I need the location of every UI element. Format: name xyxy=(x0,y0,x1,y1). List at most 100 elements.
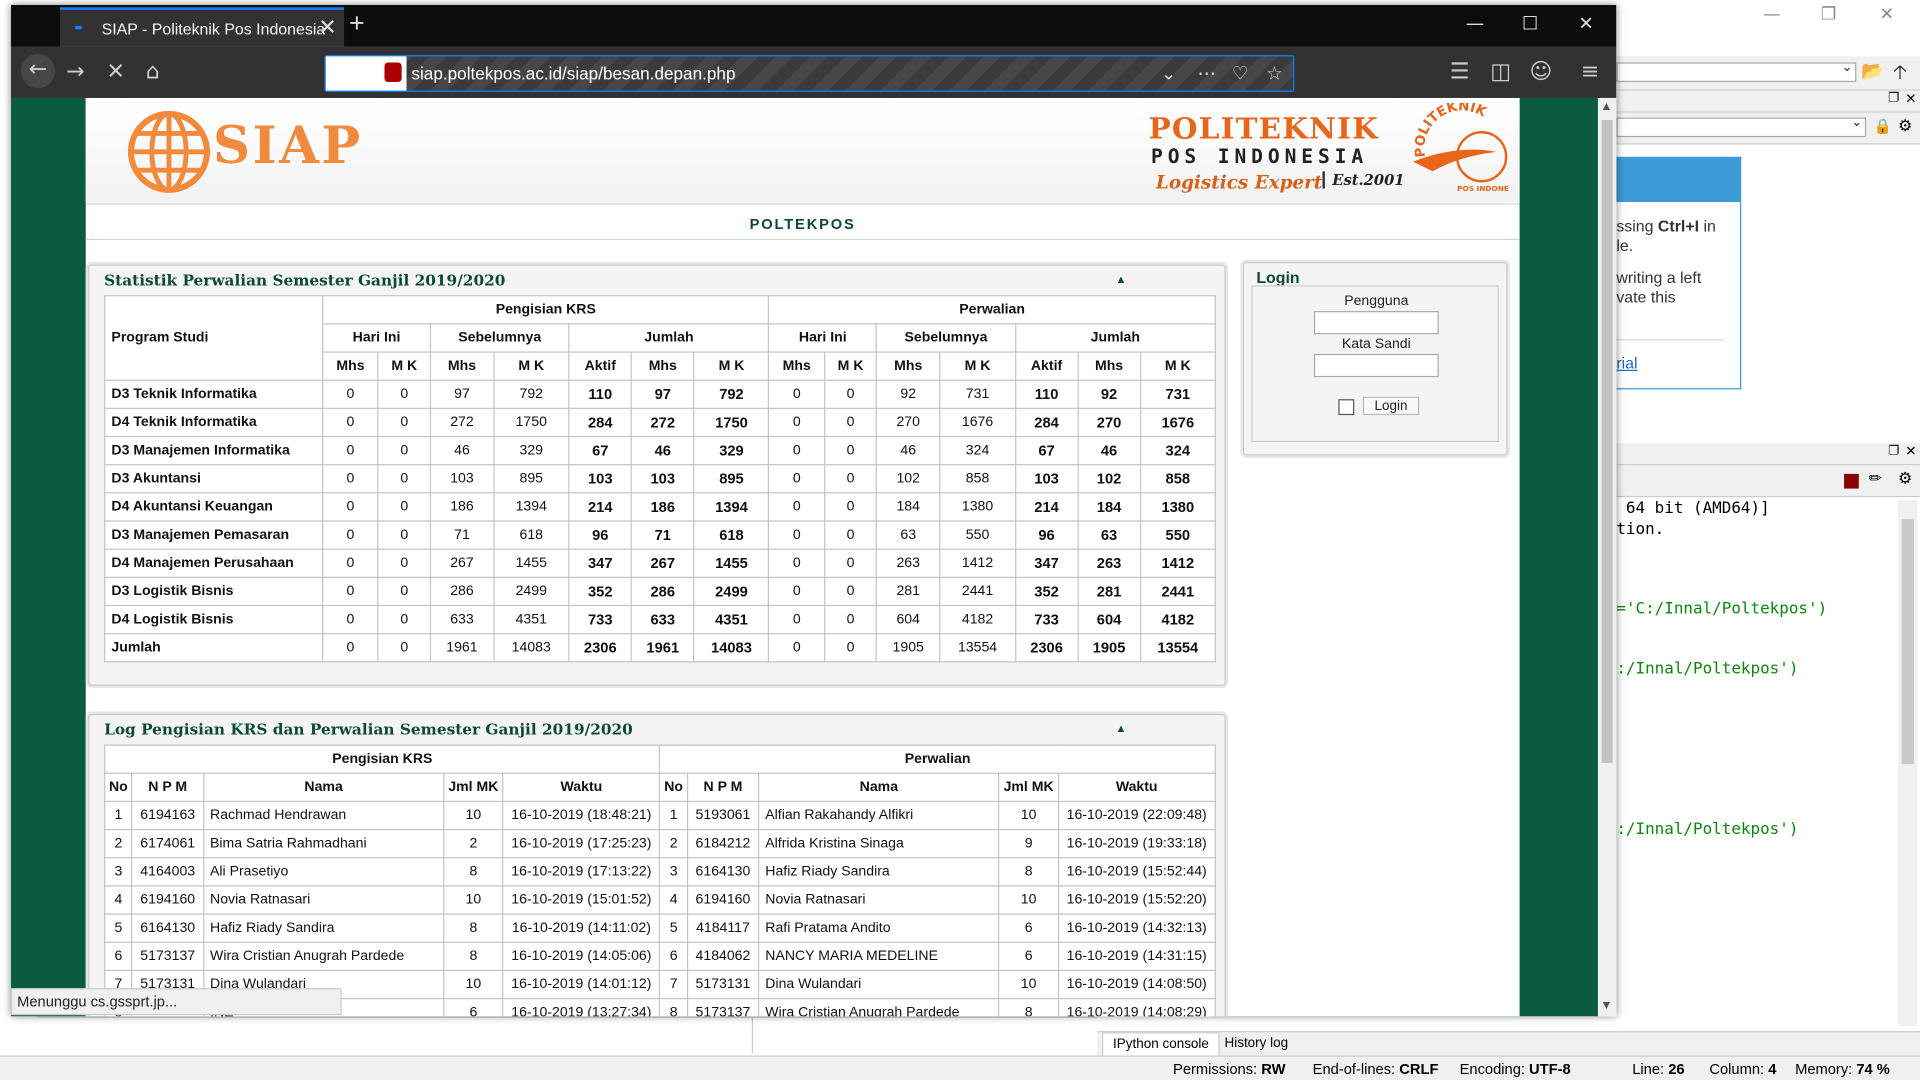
collapse-icon[interactable]: ▲ xyxy=(1116,273,1127,285)
stat-cell: 0 xyxy=(377,604,431,635)
restore-icon[interactable]: ❐ xyxy=(1821,5,1836,25)
stat-cell: 1455 xyxy=(492,548,570,578)
program-name: D4 Logistik Bisnis xyxy=(104,604,324,635)
url-bar[interactable]: siap.poltekpos.ac.id/siap/besan.depan.ph… xyxy=(324,55,1295,92)
back-icon[interactable]: ← xyxy=(20,53,56,89)
forward-icon[interactable]: → xyxy=(66,59,84,85)
permissions-status: Permissions: RW xyxy=(1173,1060,1286,1078)
scroll-up-icon[interactable]: ▲ xyxy=(1600,100,1612,113)
undock-icon[interactable]: ❐ xyxy=(1888,92,1899,105)
browser-tab[interactable]: SIAP - Politeknik Pos Indonesia ✕ xyxy=(60,7,345,47)
page: SIAP POLITEKNIK POS INDONESIA Logistics … xyxy=(85,97,1520,1017)
header-no: No xyxy=(104,772,133,803)
header-no: No xyxy=(659,772,688,803)
home-icon[interactable]: ⌂ xyxy=(146,59,160,85)
login-form: Pengguna Kata Sandi Login xyxy=(1251,285,1499,443)
help-source-select[interactable] xyxy=(1616,114,1867,138)
library-icon[interactable]: ☰ xyxy=(1450,59,1470,85)
log-cell: 6 xyxy=(104,941,133,972)
url-text[interactable]: siap.poltekpos.ac.id/siap/besan.depan.ph… xyxy=(411,64,735,84)
table-row: Jumlah 0 0 1961 14083 2306 1961 14083 0 0 1905 1355… xyxy=(104,633,1216,663)
close-pane-icon[interactable]: ✕ xyxy=(1905,443,1916,459)
tab-ipython-console[interactable]: IPython console xyxy=(1102,1032,1220,1057)
stop-loading-icon[interactable]: ✕ xyxy=(107,59,125,85)
login-panel: Login Pengguna Kata Sandi Login xyxy=(1242,262,1508,456)
editor-bottom xyxy=(36,1016,1098,1056)
close-tab-icon[interactable]: ✕ xyxy=(318,15,336,41)
stat-cell: 0 xyxy=(322,379,379,409)
stat-cell: 858 xyxy=(1139,464,1216,494)
maximize-icon[interactable]: ☐ xyxy=(1522,12,1538,34)
page-actions-icon[interactable]: ⋯ xyxy=(1198,62,1216,85)
console-toolbar: ✏ ⚙ xyxy=(1616,465,1920,498)
folder-open-icon[interactable]: 📂 xyxy=(1861,60,1884,82)
gear-icon[interactable]: ⚙ xyxy=(1898,469,1912,489)
log-cell: 2 xyxy=(659,828,688,859)
log-cell: 10 xyxy=(443,969,504,1000)
bookmark-star-icon[interactable]: ☆ xyxy=(1266,62,1282,85)
stat-cell: 0 xyxy=(322,435,379,466)
stat-cell: 633 xyxy=(429,604,495,635)
stat-cell: 0 xyxy=(768,604,826,635)
login-button[interactable]: Login xyxy=(1362,396,1420,416)
new-tab-icon[interactable]: + xyxy=(349,7,365,39)
stat-cell: 67 xyxy=(1014,435,1079,466)
stat-cell: 270 xyxy=(1077,407,1141,438)
navigation-toolbar: ← → ✕ ⌂ siap.poltekpos.ac.id/siap/besan.… xyxy=(11,46,1617,98)
close-icon[interactable]: ✕ xyxy=(1578,12,1593,34)
eraser-icon[interactable]: ✏ xyxy=(1869,469,1882,489)
stat-cell: 0 xyxy=(322,407,379,438)
undock-icon[interactable]: ❐ xyxy=(1888,444,1899,457)
tab-history-log[interactable]: History log xyxy=(1224,1036,1288,1051)
close-icon[interactable]: ✕ xyxy=(1880,5,1894,25)
working-dir-select[interactable] xyxy=(1616,59,1857,83)
login-title: Login xyxy=(1256,268,1300,287)
tutorial-link[interactable]: rial xyxy=(1616,354,1637,372)
minimize-icon[interactable]: — xyxy=(1763,5,1780,25)
log-cell: 5173131 xyxy=(686,969,760,1000)
close-pane-icon[interactable]: ✕ xyxy=(1905,91,1916,107)
site-info-icon[interactable] xyxy=(384,62,402,83)
menu-icon[interactable]: ≡ xyxy=(1581,59,1599,85)
stat-cell: 1380 xyxy=(1139,492,1216,522)
lock-icon[interactable]: 🔒 xyxy=(1873,118,1891,135)
log-cell: 6194160 xyxy=(686,885,760,915)
stat-cell: 97 xyxy=(630,379,695,409)
scrollbar-thumb[interactable] xyxy=(1601,120,1613,763)
table-row: D4 Akuntansi Keuangan 0 0 186 1394 214 186 1394… xyxy=(104,492,1216,522)
log-cell: 16-10-2019 (14:05:06) xyxy=(502,941,661,972)
account-icon[interactable]: ☺ xyxy=(1529,59,1552,85)
stat-cell: 1394 xyxy=(492,492,570,522)
minimize-icon[interactable]: — xyxy=(1466,12,1484,34)
pocket-icon[interactable]: ♡ xyxy=(1232,62,1248,85)
log-cell: 16-10-2019 (14:31:15) xyxy=(1057,941,1216,972)
stat-cell: 329 xyxy=(492,435,570,466)
log-cell: 2 xyxy=(104,828,133,859)
username-input[interactable] xyxy=(1313,311,1439,335)
program-name: D4 Akuntansi Keuangan xyxy=(104,492,324,522)
arrow-up-icon[interactable]: 🡡 xyxy=(1893,59,1907,92)
page-scrollbar[interactable]: ▲ ▼ xyxy=(1597,97,1617,1017)
console-line-3: ='C:/Innal/Poltekpos') xyxy=(1616,600,1828,619)
stat-cell: 731 xyxy=(1139,379,1216,409)
console-scrollbar[interactable] xyxy=(1897,499,1918,1027)
sidebar-icon[interactable]: ◫ xyxy=(1490,59,1511,85)
stat-cell: 1750 xyxy=(693,407,770,438)
stat-cell: 1676 xyxy=(1139,407,1216,438)
gear-icon[interactable]: ⚙ xyxy=(1898,116,1912,136)
remember-checkbox[interactable] xyxy=(1338,399,1355,416)
stop-icon[interactable] xyxy=(1844,473,1859,489)
header-aktif: Aktif xyxy=(1014,351,1079,381)
header-krs: Pengisian KRS xyxy=(322,295,770,325)
memory-status: Memory: 74 % xyxy=(1795,1060,1890,1078)
scroll-down-icon[interactable]: ▼ xyxy=(1600,999,1612,1012)
header-sebelumnya: Sebelumnya xyxy=(429,323,570,353)
password-input[interactable] xyxy=(1313,353,1439,378)
chevron-down-icon[interactable]: ⌄ xyxy=(1161,62,1176,85)
collapse-icon[interactable]: ▲ xyxy=(1116,722,1127,734)
table-row: D3 Manajemen Informatika 0 0 46 329 67 46 329 0 0… xyxy=(104,435,1216,466)
stat-cell: 4351 xyxy=(492,604,570,635)
header-mhs: Mhs xyxy=(876,351,941,381)
scrollbar-thumb[interactable] xyxy=(1901,519,1914,765)
log-cell: 6 xyxy=(998,913,1059,943)
